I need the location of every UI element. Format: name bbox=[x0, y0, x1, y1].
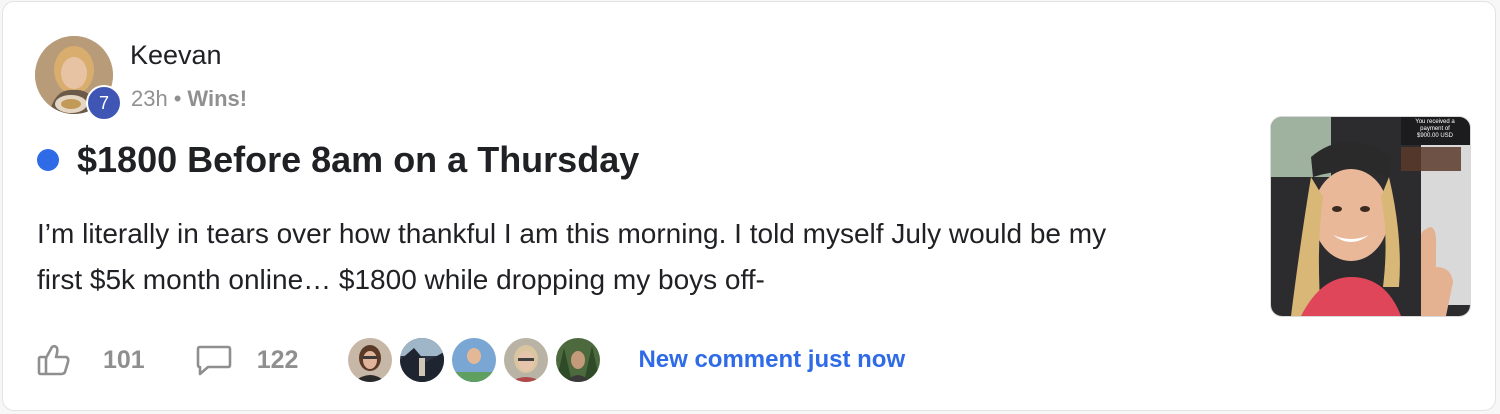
post-body-line-1: I’m literally in tears over how thankful… bbox=[37, 218, 1107, 249]
comment-bubble-icon[interactable] bbox=[195, 343, 233, 377]
commenter-avatar[interactable] bbox=[554, 336, 603, 384]
post-category[interactable]: Wins! bbox=[187, 86, 247, 112]
author-avatar-wrap[interactable]: 7 bbox=[35, 36, 122, 121]
comment-stat[interactable]: 122 bbox=[195, 343, 299, 377]
post-body[interactable]: I’m literally in tears over how thankful… bbox=[37, 211, 1247, 303]
thumb-overlay-line-2: payment of bbox=[1420, 126, 1450, 132]
post-card[interactable]: 7 Keevan 23h • Wins! $1800 Before 8am on… bbox=[2, 1, 1496, 411]
title-row[interactable]: $1800 Before 8am on a Thursday bbox=[37, 139, 639, 181]
post-body-line-2: first $5k month online… $1800 while drop… bbox=[37, 264, 765, 295]
commenter-avatar[interactable] bbox=[450, 336, 499, 384]
like-count: 101 bbox=[103, 345, 145, 374]
thumb-overlay-line-3: $900.00 USD bbox=[1417, 133, 1454, 139]
commenter-avatars[interactable] bbox=[346, 336, 606, 384]
thumb-overlay-line-1: You received a bbox=[1415, 119, 1455, 125]
level-badge: 7 bbox=[86, 85, 122, 121]
post-footer: 101 122 New comment just now bbox=[37, 334, 905, 386]
comment-count: 122 bbox=[256, 345, 299, 374]
commenter-avatar[interactable] bbox=[398, 336, 447, 384]
commenter-avatar[interactable] bbox=[346, 336, 395, 384]
unread-dot-icon bbox=[37, 149, 59, 171]
post-meta: 23h • Wins! bbox=[131, 86, 247, 112]
meta-separator: • bbox=[173, 86, 182, 111]
like-stat[interactable]: 101 bbox=[37, 343, 145, 377]
author-name[interactable]: Keevan bbox=[130, 40, 222, 71]
thumbs-up-icon[interactable] bbox=[37, 343, 71, 377]
post-thumbnail[interactable]: You received a payment of $900.00 USD bbox=[1270, 116, 1471, 317]
post-title[interactable]: $1800 Before 8am on a Thursday bbox=[77, 139, 639, 181]
new-comment-link[interactable]: New comment just now bbox=[638, 346, 905, 374]
commenter-avatar[interactable] bbox=[502, 336, 551, 384]
post-time: 23h bbox=[131, 86, 168, 111]
